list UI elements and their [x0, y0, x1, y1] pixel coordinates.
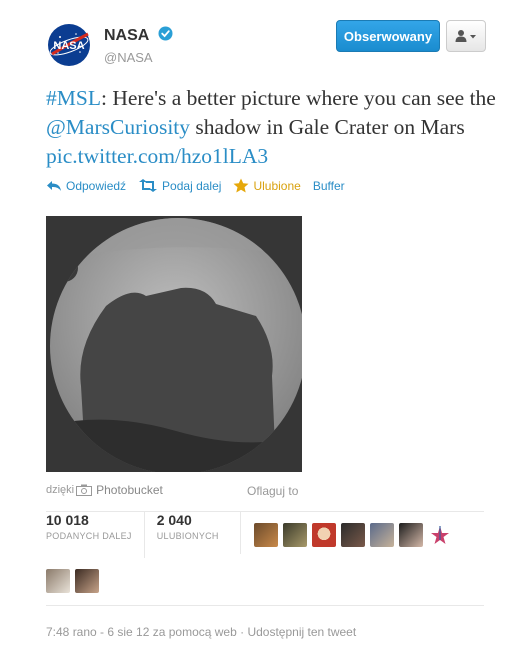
- account-name[interactable]: NASA: [104, 27, 149, 45]
- mention-link[interactable]: @MarsCuriosity: [46, 115, 190, 139]
- tweet-actions: Odpowiedź Podaj dalej Ulubione Buffer: [46, 178, 357, 193]
- tweet-photo[interactable]: [46, 216, 302, 472]
- retweet-label: Podaj dalej: [162, 178, 222, 193]
- favoriter-avatar[interactable]: [312, 523, 336, 547]
- tweet-header: NASA NASA @NASA Obserwowany: [46, 20, 486, 68]
- reply-icon: [46, 180, 62, 192]
- retweets-stat[interactable]: 10 018 PODANYCH DALEJ: [46, 512, 144, 558]
- favorites-stat[interactable]: 2 040 ULUBIONYCH: [143, 512, 231, 558]
- favorites-label: ULUBIONYCH: [156, 531, 219, 541]
- tweet-stats: 10 018 PODANYCH DALEJ 2 040 ULUBIONYCH: [46, 512, 231, 558]
- retweets-label: PODANYCH DALEJ: [46, 531, 132, 541]
- buffer-button[interactable]: Buffer: [313, 179, 345, 193]
- favoriter-avatar[interactable]: [254, 523, 278, 547]
- svg-text:NASA: NASA: [53, 40, 84, 52]
- favorites-count: 2 040: [156, 512, 192, 528]
- camera-icon: [76, 484, 93, 496]
- account-handle[interactable]: @NASA: [104, 50, 173, 65]
- favoriter-avatar[interactable]: [428, 523, 452, 547]
- reply-button[interactable]: Odpowiedź: [46, 179, 126, 193]
- credit-prefix: dzięki: [46, 484, 75, 496]
- following-button[interactable]: Obserwowany: [336, 20, 440, 52]
- photo-credit: dzięki Photobucket: [46, 483, 163, 497]
- favoriter-avatar[interactable]: [370, 523, 394, 547]
- hashtag-link[interactable]: #MSL: [46, 86, 101, 110]
- favorite-button[interactable]: Ulubione: [233, 178, 301, 193]
- tweet-meta-footer[interactable]: 7:48 rano - 6 sie 12 za pomocą web · Udo…: [46, 625, 356, 639]
- favoriter-avatar[interactable]: [75, 569, 99, 593]
- favoriter-avatar[interactable]: [46, 569, 70, 593]
- flag-media-link[interactable]: Oflaguj to: [247, 484, 298, 498]
- star-icon: [233, 178, 249, 193]
- favorite-label: Ulubione: [253, 178, 301, 193]
- user-dropdown-button[interactable]: [446, 20, 486, 52]
- tweet-text-part1: : Here's a better picture where you can …: [100, 86, 496, 110]
- tweet-text-part2: shadow in Gale Crater on Mars: [190, 115, 465, 139]
- nasa-avatar[interactable]: NASA: [46, 22, 92, 68]
- name-block: NASA @NASA: [104, 26, 173, 65]
- retweet-button[interactable]: Podaj dalej: [138, 179, 221, 193]
- verified-badge-icon: [158, 26, 173, 46]
- favoriter-avatar[interactable]: [399, 523, 423, 547]
- retweet-icon: [138, 179, 158, 192]
- favoriter-avatar[interactable]: [341, 523, 365, 547]
- tweet-text: #MSL: Here's a better picture where you …: [46, 84, 496, 171]
- retweets-count: 10 018: [46, 512, 89, 528]
- reply-label: Odpowiedź: [66, 178, 127, 193]
- favoriter-avatar[interactable]: [283, 523, 307, 547]
- pic-link[interactable]: pic.twitter.com/hzo1lLA3: [46, 144, 268, 168]
- buffer-label: Buffer: [312, 178, 345, 193]
- divider-bottom: [46, 605, 484, 606]
- credit-source[interactable]: Photobucket: [96, 483, 163, 497]
- user-dropdown-icon: [455, 30, 476, 42]
- stats-separator: [240, 512, 241, 554]
